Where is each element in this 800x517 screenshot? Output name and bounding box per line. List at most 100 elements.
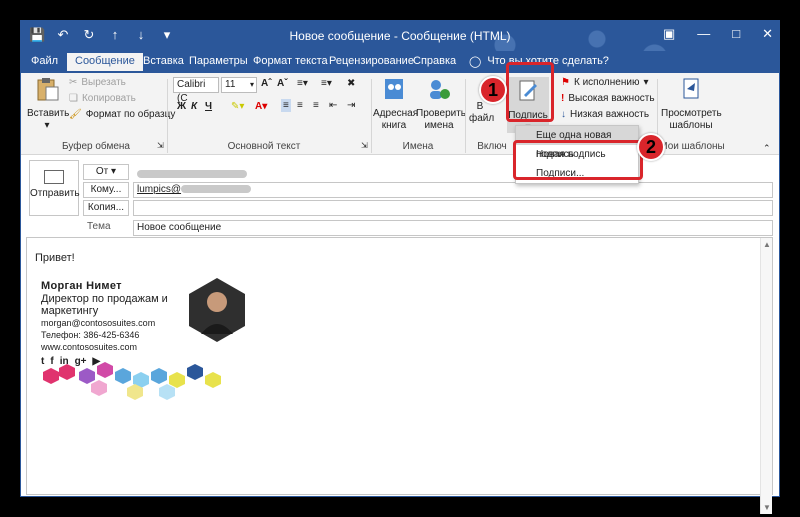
copy-label: Копировать: [81, 93, 136, 104]
signature-name: Морган Нимет: [41, 280, 122, 292]
hexagon-decoration: [43, 362, 221, 400]
check-names-icon: [430, 80, 450, 99]
greeting-text: Привет!: [35, 252, 75, 264]
ribbon: Вставить ▾ ✂ Вырезать ❏ Копировать 🖌 Формат…: [21, 73, 779, 155]
check-names-label-1: Проверить: [416, 108, 467, 119]
subject-value: Новое сообщение: [137, 222, 222, 233]
tab-review[interactable]: Рецензирование: [329, 55, 414, 67]
send-button[interactable]: Отправить: [29, 160, 80, 216]
scissors-icon: ✂: [69, 77, 78, 88]
address-book-label-2: книга: [381, 120, 407, 131]
attach-file-label-2: файл: [469, 113, 495, 124]
tab-file[interactable]: Файл: [31, 55, 58, 67]
to-value-redacted: [181, 185, 252, 194]
increase-indent-icon[interactable]: ⇥: [347, 100, 355, 111]
align-left-icon[interactable]: ≡: [281, 99, 291, 112]
collapse-ribbon-icon[interactable]: ⌃: [763, 143, 771, 154]
italic-icon[interactable]: К: [191, 101, 197, 112]
paintbrush-icon: 🖌: [69, 109, 82, 120]
address-book-label-1: Адресная: [373, 108, 419, 119]
copy-button[interactable]: ❏ Копировать: [69, 93, 136, 104]
from-value: [137, 168, 247, 180]
low-importance-button[interactable]: ↓ Низкая важность: [561, 109, 649, 120]
send-label: Отправить: [30, 188, 80, 199]
high-importance-label: Высокая важность: [568, 93, 655, 104]
step-badge-1: 1: [479, 76, 507, 104]
copy-icon: ❏: [69, 93, 78, 104]
vertical-scrollbar[interactable]: ▲ ▼: [760, 238, 772, 514]
send-envelope-icon: [44, 170, 64, 184]
grow-font-icon[interactable]: Aˆ: [261, 78, 272, 89]
bullets-icon[interactable]: ≡▾: [297, 78, 308, 89]
window-controls: ▣ — □ ✕: [663, 26, 773, 42]
numbering-icon[interactable]: ≡▾: [321, 78, 332, 89]
message-body[interactable]: Привет! Морган Нимет Директор по продажа…: [26, 237, 773, 514]
format-painter-button[interactable]: 🖌 Формат по образцу: [69, 109, 175, 120]
clipboard-icon: [37, 78, 59, 101]
tab-help[interactable]: Справка: [413, 55, 456, 67]
signature-photo: [189, 278, 245, 342]
font-size-value: 11: [225, 79, 236, 90]
clipboard-launcher-icon[interactable]: ⇲: [157, 141, 164, 150]
highlight-icon[interactable]: ✎▾: [231, 101, 244, 112]
close-icon[interactable]: ✕: [762, 26, 773, 42]
signature-email: morgan@contososuites.com: [41, 318, 156, 328]
to-value: lumpics@: [137, 184, 182, 195]
templates-icon: [683, 78, 699, 99]
scroll-down-icon[interactable]: ▼: [763, 503, 771, 512]
cc-field[interactable]: [133, 200, 773, 216]
tab-format-text[interactable]: Формат текста: [253, 55, 328, 67]
font-size-combo[interactable]: 11 ▾: [221, 77, 257, 93]
decrease-indent-icon[interactable]: ⇤: [329, 100, 337, 111]
font-launcher-icon[interactable]: ⇲: [361, 141, 368, 150]
clear-formatting-icon[interactable]: ✖: [347, 78, 355, 89]
maximize-icon[interactable]: □: [732, 26, 740, 42]
ribbon-tabs: Файл Сообщение Вставка Параметры Формат …: [21, 51, 779, 73]
follow-up-button[interactable]: ⚑ К исполнению ▾: [561, 77, 648, 88]
flag-icon: ⚑: [561, 77, 570, 88]
to-field[interactable]: lumpics@: [133, 182, 773, 198]
cut-button[interactable]: ✂ Вырезать: [69, 77, 126, 88]
tab-message[interactable]: Сообщение: [67, 53, 143, 71]
check-names-button[interactable]: Проверить имена: [416, 77, 467, 132]
attach-file-button[interactable]: В файл: [469, 101, 495, 125]
paste-button[interactable]: Вставить ▾: [27, 77, 69, 132]
clipboard-group-label: Буфер обмена: [62, 141, 130, 152]
chevron-down-icon: ▾: [249, 80, 254, 89]
tab-options[interactable]: Параметры: [189, 55, 248, 67]
shrink-font-icon[interactable]: Aˇ: [277, 78, 288, 89]
follow-up-label: К исполнению: [573, 77, 640, 88]
highlight-signature-button: [506, 62, 554, 122]
font-family-combo[interactable]: Calibri (C: [173, 77, 219, 104]
view-templates-button[interactable]: Просмотреть шаблоны: [661, 77, 722, 132]
minimize-icon[interactable]: —: [697, 26, 710, 42]
from-button[interactable]: От ▾: [83, 164, 129, 180]
address-book-button[interactable]: Адресная книга: [373, 77, 419, 132]
separator: [371, 79, 372, 153]
bold-icon[interactable]: Ж: [177, 101, 186, 112]
outlook-message-window: 💾 ↶ ↻ ↑ ↓ ▾ Новое сообщение - Сообщение …: [20, 20, 780, 514]
subject-field[interactable]: Новое сообщение: [133, 220, 773, 236]
names-group-label: Имена: [402, 141, 434, 152]
tab-insert[interactable]: Вставка: [143, 55, 184, 67]
exclamation-icon: !: [561, 93, 565, 104]
low-importance-label: Низкая важность: [570, 109, 650, 120]
scroll-up-icon[interactable]: ▲: [763, 240, 771, 249]
align-center-icon[interactable]: ≡: [297, 100, 303, 111]
high-importance-button[interactable]: ! Высокая важность: [561, 93, 655, 104]
font-color-icon[interactable]: A▾: [255, 101, 267, 112]
from-value-redacted: [137, 170, 247, 179]
ribbon-display-icon[interactable]: ▣: [663, 26, 675, 42]
templates-group-label: Мои шаблоны: [659, 141, 725, 152]
paste-dropdown-icon: ▾: [44, 120, 50, 131]
down-arrow-icon: ↓: [561, 109, 566, 120]
to-button[interactable]: Кому...: [83, 182, 129, 198]
format-painter-label: Формат по образцу: [85, 109, 176, 120]
include-group-label: Включ: [477, 141, 507, 152]
align-right-icon[interactable]: ≡: [313, 100, 319, 111]
underline-icon[interactable]: Ч: [205, 101, 212, 112]
cc-button[interactable]: Копия...: [83, 200, 129, 216]
cut-label: Вырезать: [81, 77, 126, 88]
highlight-signature-menu: [513, 140, 643, 180]
chevron-down-icon: ▾: [643, 77, 649, 88]
